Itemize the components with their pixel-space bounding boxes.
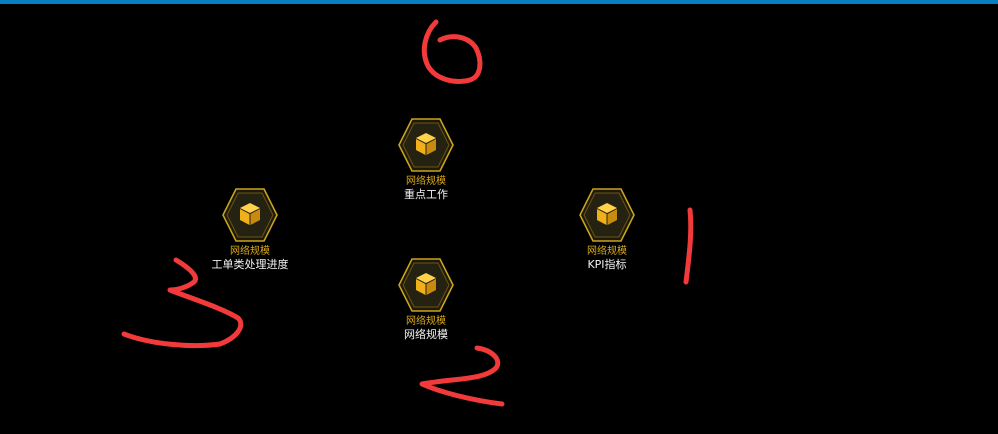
node-category: 网络规模 (406, 176, 446, 187)
node-category: 网络规模 (230, 246, 270, 257)
node-kpi[interactable]: 网络规模 KPI指标 (547, 186, 667, 271)
annotation-digit-3 (121, 257, 244, 348)
node-category: 网络规模 (587, 246, 627, 257)
node-key-work[interactable]: 网络规模 重点工作 (366, 116, 486, 201)
node-category: 网络规模 (406, 316, 446, 327)
annotation-layer (121, 19, 694, 407)
node-label: 重点工作 (404, 188, 448, 201)
cube-icon (579, 188, 635, 242)
annotation-digit-2 (419, 345, 505, 407)
cube-icon (398, 118, 454, 172)
node-label: KPI指标 (587, 258, 627, 271)
node-label: 网络规模 (404, 328, 448, 341)
node-label: 工单类处理进度 (211, 258, 289, 271)
node-ticket-progress[interactable]: 网络规模 工单类处理进度 (190, 186, 310, 271)
node-network-scale[interactable]: 网络规模 网络规模 (366, 256, 486, 341)
top-accent-bar (0, 0, 998, 4)
cube-icon (398, 258, 454, 312)
cube-icon (222, 188, 278, 242)
annotation-digit-1 (683, 207, 694, 285)
annotation-digit-0 (421, 19, 483, 84)
